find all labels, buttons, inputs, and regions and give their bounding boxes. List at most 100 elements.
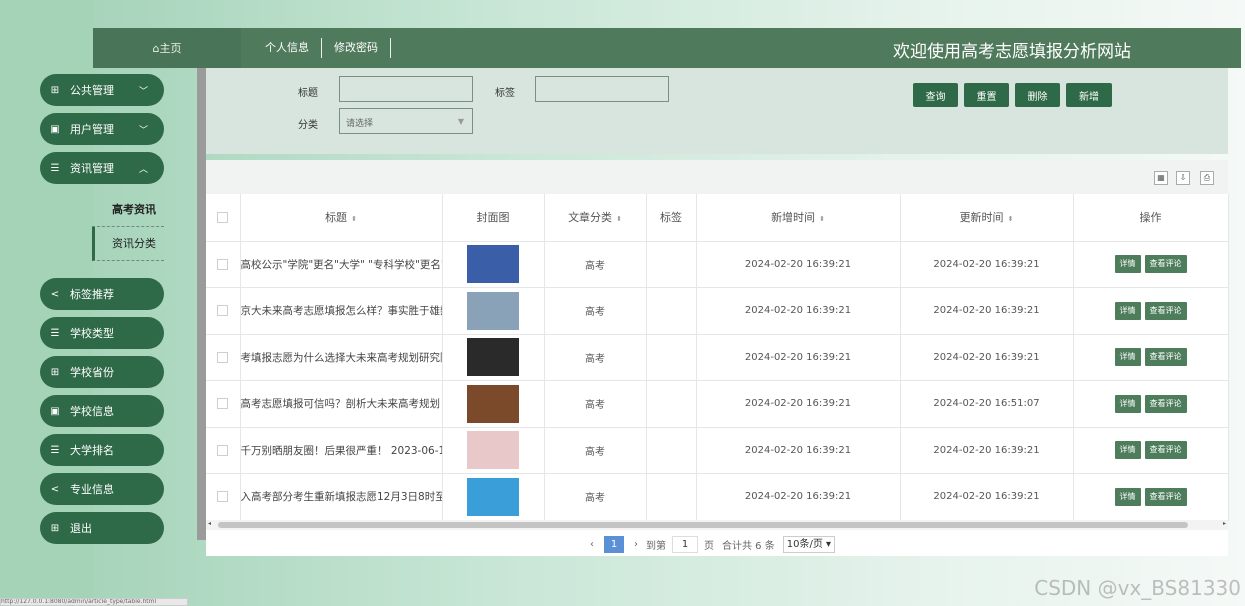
row-updated-time: 2024-02-20 16:39:21 <box>900 473 1074 521</box>
detail-button[interactable]: 详情 <box>1114 487 1141 506</box>
grid-icon: ⊞ <box>50 522 60 534</box>
reset-button[interactable]: 重置 <box>964 83 1009 107</box>
row-checkbox[interactable] <box>217 351 229 363</box>
sidebar-item-school-type[interactable]: ☰ 学校类型 <box>40 317 164 349</box>
sidebar-item-label: 学校省份 <box>70 366 114 379</box>
category-label: 分类 <box>298 120 318 131</box>
view-comments-button[interactable]: 查看评论 <box>1144 441 1187 460</box>
detail-button[interactable]: 详情 <box>1114 348 1141 367</box>
scroll-thumb[interactable] <box>218 522 1188 528</box>
row-title: 考填报志愿为什么选择大未来高考规划研究院 <box>240 334 443 381</box>
delete-button[interactable]: 删除 <box>1015 83 1060 107</box>
select-all-checkbox[interactable] <box>217 212 229 224</box>
sidebar-item-university-ranking[interactable]: ☰ 大学排名 <box>40 434 164 466</box>
row-checkbox[interactable] <box>217 398 229 409</box>
view-comments-button[interactable]: 查看评论 <box>1144 487 1187 506</box>
print-icon[interactable]: ⎙ <box>1200 171 1214 185</box>
top-header-bar: ⌂主页 个人信息 修改密码 欢迎使用高考志愿填报分析网站 <box>93 28 1241 68</box>
header-category[interactable]: 文章分类 ⬍ <box>544 194 647 242</box>
row-checkbox[interactable] <box>217 444 229 456</box>
row-select-cell[interactable] <box>206 427 241 474</box>
list-icon: ☰ <box>50 444 60 456</box>
chevron-up-icon: ︿ <box>138 164 148 175</box>
prev-page-icon[interactable]: ‹ <box>590 539 594 550</box>
tag-input[interactable] <box>535 76 669 102</box>
table-row: 千万别晒朋友圈！后果很严重！ 2023-06-1 高考 2024-02-20 16:… <box>206 427 1229 474</box>
share-icon: < <box>50 288 60 300</box>
table-row: 高考志愿填报可信吗？剖析大未来高考规划 高考 2024-02-20 16:39:21… <box>206 380 1229 428</box>
detail-button[interactable]: 详情 <box>1114 394 1141 413</box>
row-created-time: 2024-02-20 16:39:21 <box>696 334 901 381</box>
view-comments-button[interactable]: 查看评论 <box>1144 394 1187 413</box>
row-select-cell[interactable] <box>206 241 241 288</box>
row-actions: 详情 查看评论 <box>1073 334 1229 381</box>
detail-button[interactable]: 详情 <box>1114 441 1141 460</box>
row-cover <box>442 473 545 521</box>
change-password-link[interactable]: 修改密码 <box>322 38 391 58</box>
search-button[interactable]: 查询 <box>913 83 958 107</box>
category-select[interactable]: 请选择 ▼ <box>339 108 473 134</box>
sidebar-item-user-management[interactable]: ▣ 用户管理 ﹀ <box>40 113 164 145</box>
status-url-bar: http://127.0.0.1:8080/admin/article_type… <box>0 598 188 606</box>
sidebar-item-logout[interactable]: ⊞ 退出 <box>40 512 164 544</box>
cover-thumbnail <box>467 431 519 470</box>
page-size-select[interactable]: 10条/页 ▾ <box>782 536 836 553</box>
view-comments-button[interactable]: 查看评论 <box>1144 255 1187 274</box>
submenu-item-news-category[interactable]: 资讯分类 <box>92 227 164 261</box>
select-all-cell[interactable] <box>206 194 241 242</box>
row-category: 高考 <box>544 473 647 521</box>
list-icon: ☰ <box>50 162 60 174</box>
row-actions: 详情 查看评论 <box>1073 241 1229 288</box>
row-checkbox[interactable] <box>217 305 229 316</box>
sidebar-item-school-province[interactable]: ⊞ 学校省份 <box>40 356 164 388</box>
page-number-current[interactable]: 1 <box>604 536 624 553</box>
add-button[interactable]: 新增 <box>1066 83 1112 107</box>
row-checkbox[interactable] <box>217 491 229 502</box>
sidebar-menu: ⊞ 公共管理 ﹀ ▣ 用户管理 ﹀ ☰ 资讯管理 ︿ 高考资讯 资讯分类 < 标… <box>40 74 164 551</box>
detail-button[interactable]: 详情 <box>1114 255 1141 274</box>
header-created-time[interactable]: 新增时间 ⬍ <box>696 194 901 242</box>
tag-label: 标签 <box>495 88 515 99</box>
columns-icon[interactable]: ▦ <box>1154 171 1168 185</box>
export-icon[interactable]: ⇩ <box>1176 171 1190 185</box>
profile-link[interactable]: 个人信息 <box>253 38 322 58</box>
view-comments-button[interactable]: 查看评论 <box>1144 348 1187 367</box>
goto-page-input[interactable]: 1 <box>672 536 698 553</box>
next-page-icon[interactable]: › <box>634 539 638 550</box>
sidebar-item-tag-recommend[interactable]: < 标签推荐 <box>40 278 164 310</box>
header-updated-time[interactable]: 更新时间 ⬍ <box>900 194 1074 242</box>
header-actions: 操作 <box>1073 194 1229 242</box>
sort-icon: ⬍ <box>616 215 622 224</box>
row-actions: 详情 查看评论 <box>1073 287 1229 335</box>
table-row: 高校公示"学院"更名"大学" "专科学校"更名"学 高考 2024-02-20 16… <box>206 241 1229 288</box>
row-select-cell[interactable] <box>206 380 241 428</box>
goto-label: 到第 <box>646 541 666 552</box>
sidebar-item-school-info[interactable]: ▣ 学校信息 <box>40 395 164 427</box>
row-cover <box>442 380 545 428</box>
home-link[interactable]: ⌂主页 <box>93 28 241 68</box>
title-input[interactable] <box>339 76 473 102</box>
sidebar-item-label: 学校信息 <box>70 405 114 418</box>
view-comments-button[interactable]: 查看评论 <box>1144 301 1187 320</box>
row-created-time: 2024-02-20 16:39:21 <box>696 241 901 288</box>
sidebar-item-major-info[interactable]: < 专业信息 <box>40 473 164 505</box>
row-cover <box>442 287 545 335</box>
sidebar-item-news-management[interactable]: ☰ 资讯管理 ︿ <box>40 152 164 184</box>
sort-icon: ⬍ <box>351 215 357 224</box>
row-select-cell[interactable] <box>206 334 241 381</box>
sidebar-item-public-management[interactable]: ⊞ 公共管理 ﹀ <box>40 74 164 106</box>
header-title[interactable]: 标题 ⬍ <box>240 194 443 242</box>
scroll-right-icon[interactable]: ▸ <box>1223 520 1226 527</box>
row-category: 高考 <box>544 287 647 335</box>
row-checkbox[interactable] <box>217 258 229 270</box>
submenu-item-gaokao-news[interactable]: 高考资讯 <box>92 193 164 227</box>
row-select-cell[interactable] <box>206 287 241 335</box>
row-updated-time: 2024-02-20 16:39:21 <box>900 241 1074 288</box>
horizontal-scrollbar[interactable]: ◂ ▸ <box>206 520 1228 530</box>
detail-button[interactable]: 详情 <box>1114 301 1141 320</box>
sort-icon: ⬍ <box>1007 215 1014 224</box>
scroll-left-icon[interactable]: ◂ <box>208 520 211 527</box>
book-icon: ▣ <box>50 123 60 135</box>
row-category: 高考 <box>544 334 647 381</box>
row-select-cell[interactable] <box>206 473 241 521</box>
